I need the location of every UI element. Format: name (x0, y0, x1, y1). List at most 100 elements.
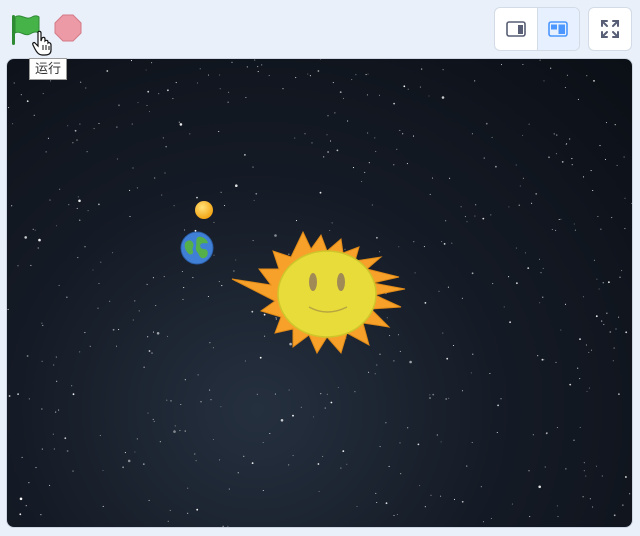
fullscreen-icon (601, 20, 619, 38)
star (621, 504, 624, 507)
star (148, 350, 151, 352)
star (442, 69, 444, 71)
star (616, 164, 618, 166)
star (262, 489, 264, 492)
star (184, 379, 186, 381)
star (555, 229, 557, 231)
star (173, 430, 176, 433)
star (470, 372, 472, 374)
earth-sprite[interactable] (180, 231, 214, 265)
star (352, 167, 355, 169)
star (79, 219, 81, 221)
star (558, 218, 560, 221)
star (539, 302, 541, 304)
star (460, 206, 462, 208)
star (432, 393, 435, 396)
star (292, 455, 294, 457)
star (41, 408, 43, 410)
star (574, 229, 576, 231)
star (319, 191, 322, 194)
star (174, 425, 176, 427)
star (220, 406, 222, 408)
star (365, 74, 367, 76)
star (556, 505, 558, 507)
star (21, 456, 23, 458)
star (179, 123, 183, 126)
star (588, 351, 590, 353)
star (41, 322, 43, 324)
star (8, 107, 10, 109)
star (334, 112, 336, 114)
star (399, 442, 401, 444)
star (72, 142, 74, 144)
star (161, 194, 163, 196)
small-stage-button[interactable] (495, 8, 537, 50)
star (294, 137, 296, 139)
star (542, 296, 544, 298)
star (288, 464, 290, 466)
star (541, 358, 544, 361)
star (195, 460, 197, 462)
star (207, 295, 209, 298)
star (355, 74, 357, 76)
star (393, 514, 395, 517)
star (595, 465, 598, 467)
star (592, 506, 594, 508)
star (122, 466, 124, 469)
star (624, 197, 626, 199)
star (589, 498, 591, 500)
star (518, 204, 520, 206)
star (490, 214, 492, 216)
star (257, 71, 259, 73)
star (474, 80, 476, 82)
star (309, 75, 311, 77)
star (480, 486, 482, 488)
star (419, 485, 421, 487)
star (613, 514, 616, 517)
star (45, 151, 47, 153)
star (53, 364, 55, 366)
star (102, 469, 104, 472)
star (466, 465, 468, 467)
star (590, 170, 592, 172)
star (611, 217, 613, 219)
star (441, 96, 445, 99)
star (500, 398, 502, 400)
stop-button[interactable] (54, 14, 82, 42)
star (76, 139, 78, 141)
star (136, 187, 138, 189)
star (367, 132, 369, 134)
stage-canvas[interactable] (6, 58, 633, 528)
fullscreen-button[interactable] (588, 7, 632, 51)
star (557, 516, 559, 518)
star (56, 225, 58, 227)
star (452, 344, 455, 347)
star (560, 218, 562, 220)
star (472, 353, 474, 355)
star (261, 64, 263, 66)
star (600, 228, 602, 230)
green-flag-button[interactable] (8, 12, 52, 56)
star (213, 221, 215, 223)
star (403, 85, 406, 88)
sun-sprite[interactable] (229, 227, 415, 359)
star (508, 206, 510, 208)
star (155, 305, 157, 307)
star (573, 223, 575, 225)
star (182, 298, 184, 300)
normal-stage-button[interactable] (536, 8, 579, 50)
star (196, 82, 199, 84)
star (346, 463, 348, 465)
star (376, 501, 378, 504)
star (582, 176, 585, 178)
star (116, 126, 118, 128)
star (595, 315, 598, 318)
star (304, 133, 306, 135)
star (378, 94, 381, 96)
star (166, 399, 168, 401)
star (274, 393, 276, 395)
star (509, 321, 511, 324)
star (295, 220, 298, 222)
star (98, 282, 100, 285)
moon-sprite[interactable] (194, 200, 214, 220)
